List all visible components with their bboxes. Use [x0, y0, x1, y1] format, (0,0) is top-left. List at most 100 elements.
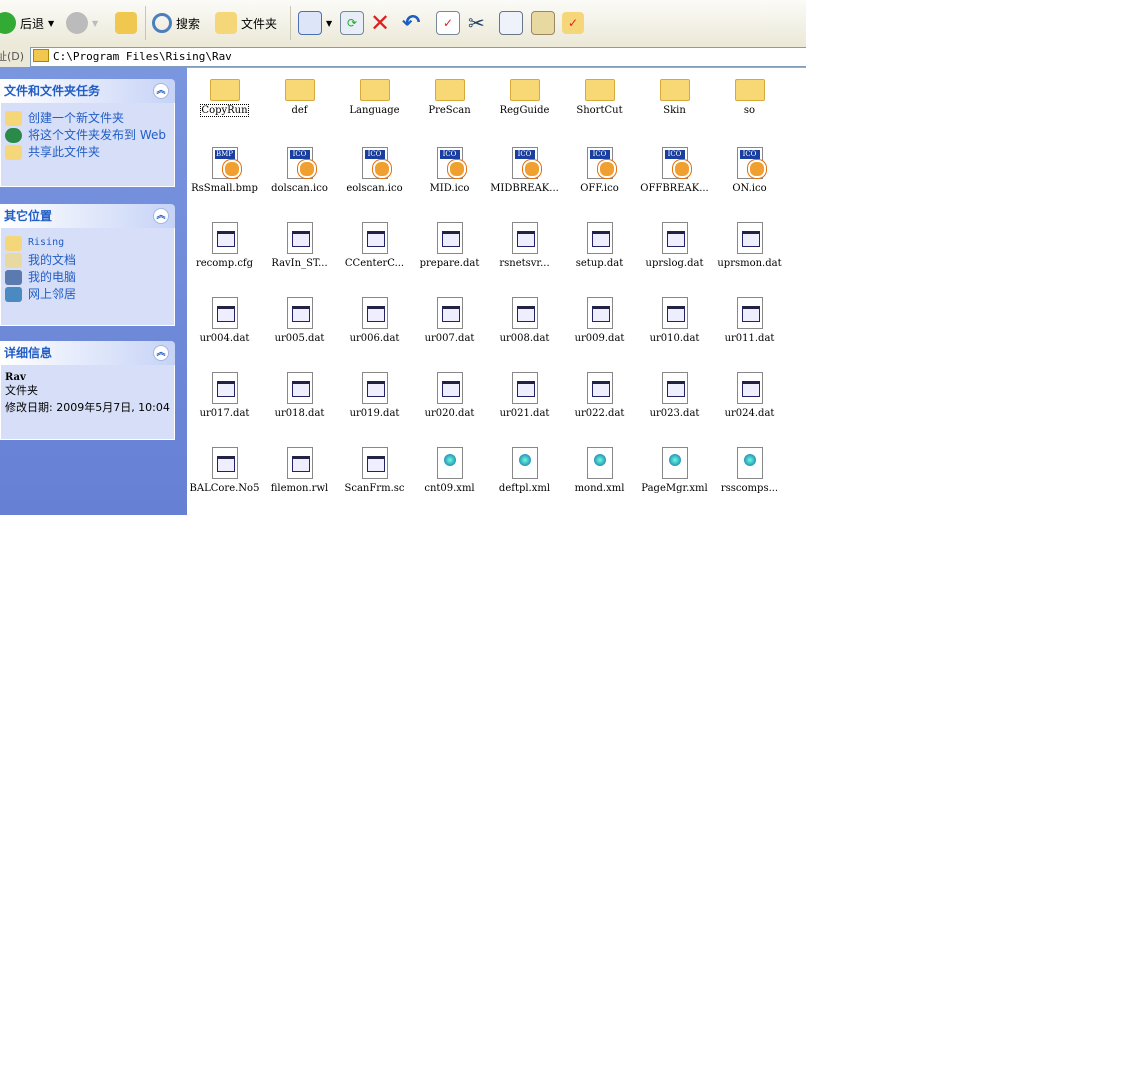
file-item[interactable]: CopyRun [187, 69, 262, 119]
file-item[interactable]: ur017.dat [187, 369, 262, 419]
file-item[interactable]: ur005.dat [262, 294, 337, 344]
file-name: Skin [663, 105, 686, 116]
file-item[interactable]: setup.dat [562, 219, 637, 269]
file-item[interactable]: ur018.dat [262, 369, 337, 419]
collapse-icon[interactable]: ︽ [153, 83, 169, 99]
file-item[interactable]: upr [787, 219, 806, 269]
file-item[interactable]: ur007.dat [412, 294, 487, 344]
address-input[interactable]: C:\Program Files\Rising\Rav [30, 47, 806, 67]
undo-button[interactable]: ↶ [402, 9, 420, 37]
place-my-computer[interactable]: 我的电脑 [5, 270, 170, 285]
file-item[interactable]: rsnetsvr... [487, 219, 562, 269]
file-item[interactable]: ShortCut [562, 69, 637, 116]
panel-header[interactable]: 其它位置 ︽ [0, 204, 175, 228]
folder-icon [284, 79, 315, 101]
copy-button[interactable] [499, 9, 523, 37]
file-item[interactable]: u [787, 369, 806, 419]
file-item[interactable]: ur023.dat [637, 369, 712, 419]
panel-header[interactable]: 详细信息 ︽ [0, 341, 175, 365]
cut-button[interactable]: ✂ [468, 9, 485, 37]
data-file-icon [436, 222, 463, 254]
ico-file-icon: ICO [361, 147, 391, 179]
place-network[interactable]: 网上邻居 [5, 287, 170, 302]
place-label: Rising [28, 237, 65, 248]
file-name: uprsmon.dat [717, 258, 782, 269]
file-item[interactable]: PreScan [412, 69, 487, 116]
properties-button[interactable]: ✓ [436, 9, 460, 37]
place-my-documents[interactable]: 我的文档 [5, 253, 170, 268]
file-item[interactable]: u [787, 294, 806, 344]
file-item[interactable]: recomp.cfg [187, 219, 262, 269]
file-item[interactable]: ur019.dat [337, 369, 412, 419]
file-item[interactable]: prepare.dat [412, 219, 487, 269]
task-new-folder[interactable]: 创建一个新文件夹 [5, 111, 170, 126]
refresh-button[interactable]: ⟳ [340, 9, 364, 37]
file-item[interactable]: ur010.dat [637, 294, 712, 344]
delete-button[interactable]: ✕ [370, 9, 390, 37]
views-button[interactable]: ▼ [298, 9, 332, 37]
file-item[interactable]: filemon.rwl [262, 444, 337, 494]
delete-icon: ✕ [370, 9, 391, 37]
panel-header[interactable]: 文件和文件夹任务 ︽ [0, 79, 175, 103]
file-item[interactable]: def [262, 69, 337, 116]
file-item[interactable]: ur008.dat [487, 294, 562, 344]
up-folder-button[interactable] [115, 9, 137, 37]
collapse-icon[interactable]: ︽ [153, 208, 169, 224]
file-item[interactable]: ICO MID.ico [412, 144, 487, 194]
file-item[interactable]: RavIn_ST... [262, 219, 337, 269]
file-item[interactable]: ur021.dat [487, 369, 562, 419]
dropdown-arrow-icon[interactable]: ▼ [48, 19, 54, 28]
file-item[interactable]: ICO dolscan.ico [262, 144, 337, 194]
file-item[interactable]: ICO MIDBREAK... [487, 144, 562, 194]
file-item[interactable]: ur004.dat [187, 294, 262, 344]
file-item[interactable]: uprsmon.dat [712, 219, 787, 269]
file-item[interactable]: ICO ON.ico [712, 144, 787, 194]
file-item[interactable]: ICO OFFBREAK... [637, 144, 712, 194]
file-item[interactable]: rsscomps... [712, 444, 787, 494]
file-item[interactable]: mond.xml [562, 444, 637, 494]
file-item[interactable]: ur020.dat [412, 369, 487, 419]
file-item[interactable]: CCenterC... [337, 219, 412, 269]
task-share-folder[interactable]: 共享此文件夹 [5, 145, 170, 160]
file-item[interactable]: ur022.dat [562, 369, 637, 419]
file-item[interactable]: ur024.dat [712, 369, 787, 419]
file-item[interactable]: BALCore.No5 [187, 444, 262, 494]
file-name: ur011.dat [724, 333, 775, 344]
search-button[interactable]: 搜索 [152, 9, 200, 37]
collapse-icon[interactable]: ︽ [153, 345, 169, 361]
file-item[interactable]: Rs [787, 444, 806, 494]
file-item[interactable]: BMP RsSmall.bmp [187, 144, 262, 194]
file-item[interactable]: ur011.dat [712, 294, 787, 344]
file-item[interactable]: RegGuide [487, 69, 562, 116]
file-item[interactable]: uprslog.dat [637, 219, 712, 269]
divider [290, 6, 291, 40]
xml-file-icon [436, 447, 463, 479]
file-item[interactable]: PageMgr.xml [637, 444, 712, 494]
folder-icon [215, 12, 237, 34]
file-item[interactable]: Language [337, 69, 412, 116]
place-rising[interactable]: Rising [5, 236, 170, 251]
file-item[interactable]: deftpl.xml [487, 444, 562, 494]
file-item[interactable]: ICO OFF.ico [562, 144, 637, 194]
sync-button[interactable]: ✓ [562, 9, 584, 37]
file-item[interactable]: ur009.dat [562, 294, 637, 344]
folders-button[interactable]: 文件夹 [215, 9, 277, 37]
paste-button[interactable] [531, 9, 555, 37]
back-button[interactable]: 后退 ▼ [0, 9, 54, 37]
file-item[interactable]: ur006.dat [337, 294, 412, 344]
dropdown-arrow-icon: ▼ [92, 18, 99, 28]
file-item[interactable]: cnt09.xml [412, 444, 487, 494]
undo-icon: ↶ [402, 10, 421, 36]
file-item[interactable]: Skin [637, 69, 712, 116]
ico-file-icon: ICO [286, 147, 316, 179]
file-name: def [291, 105, 308, 116]
file-item[interactable]: ICOONB [787, 144, 806, 194]
file-item[interactable]: so [712, 69, 787, 116]
file-item[interactable]: ScanFrm.sc [337, 444, 412, 494]
data-file-icon [211, 372, 238, 404]
file-item[interactable]: ICO eolscan.ico [337, 144, 412, 194]
data-file-icon [211, 222, 238, 254]
task-publish-web[interactable]: 将这个文件夹发布到 Web [5, 128, 170, 143]
folder-icon [5, 236, 22, 251]
forward-button[interactable]: ▼ [66, 9, 98, 37]
